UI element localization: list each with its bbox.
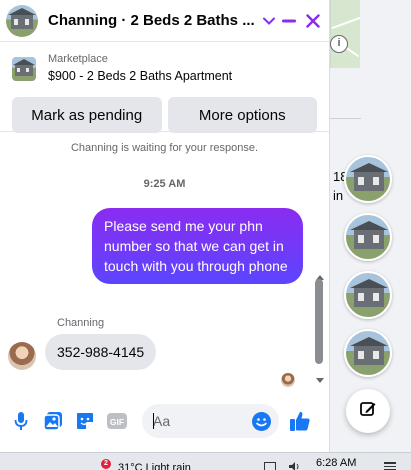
message-input[interactable] [153, 413, 249, 429]
listing-description[interactable]: $900 - 2 Beds 2 Baths Apartment [48, 68, 232, 85]
close-icon[interactable] [303, 8, 323, 34]
minimize-icon[interactable] [279, 8, 299, 34]
incoming-message: 352-988-4145 [45, 334, 157, 370]
emoji-icon[interactable] [252, 412, 271, 431]
message-timestamp: 9:25 AM [143, 178, 186, 190]
gif-icon[interactable]: GIF [106, 410, 128, 432]
scroll-down-arrow[interactable] [315, 376, 324, 384]
chat-head-avatar[interactable] [344, 155, 392, 203]
action-center-icon[interactable] [384, 462, 396, 470]
thumbs-up-icon[interactable] [289, 410, 311, 432]
listing-label: Marketplace [48, 53, 108, 65]
sender-avatar[interactable] [8, 342, 36, 370]
divider [330, 118, 361, 119]
marketplace-listing: Marketplace $900 - 2 Beds 2 Baths Apartm… [0, 42, 329, 133]
scrollbar-thumb[interactable] [315, 279, 323, 364]
map-thumbnail [330, 0, 361, 68]
chat-head-avatar[interactable] [344, 213, 392, 261]
message-composer: GIF [0, 400, 329, 442]
chat-header: Channing · 2 Beds 2 Baths ... [0, 0, 329, 42]
chat-head-avatar[interactable] [344, 329, 392, 377]
chat-head-avatar[interactable] [344, 271, 392, 319]
outgoing-message: Please send me your phn number so that w… [92, 208, 303, 284]
sticker-icon[interactable] [74, 410, 96, 432]
sender-name: Channing [57, 317, 105, 329]
microphone-icon[interactable] [10, 410, 32, 432]
network-icon[interactable] [264, 462, 276, 470]
info-icon[interactable]: i [330, 35, 348, 53]
status-text: Channing is waiting for your response. [70, 142, 259, 154]
mark-as-pending-button[interactable]: Mark as pending [12, 97, 162, 133]
conversation-avatar[interactable] [6, 4, 38, 37]
text-caret [153, 413, 154, 429]
chevron-down-icon[interactable] [262, 13, 275, 29]
photo-icon[interactable] [42, 410, 64, 432]
weather-widget[interactable]: 31°C Light rain [118, 462, 191, 470]
clock[interactable]: 6:28 AM [316, 457, 356, 469]
new-message-button[interactable] [346, 389, 390, 433]
seen-indicator-avatar [281, 373, 295, 387]
gif-label: GIF [110, 417, 124, 427]
notification-badge: 2 [101, 459, 111, 469]
taskbar: 2 31°C Light rain 6:28 AM [0, 452, 411, 470]
compose-icon [359, 400, 377, 423]
volume-icon[interactable] [289, 462, 301, 470]
conversation-title[interactable]: Channing · 2 Beds 2 Baths ... [48, 12, 255, 29]
message-list: Channing is waiting for your response. 9… [0, 134, 329, 392]
message-input-wrapper [142, 404, 279, 438]
listing-thumbnail[interactable] [12, 57, 36, 81]
more-options-button[interactable]: More options [167, 97, 317, 133]
chat-window: Channing · 2 Beds 2 Baths ... Marketplac… [0, 0, 330, 452]
